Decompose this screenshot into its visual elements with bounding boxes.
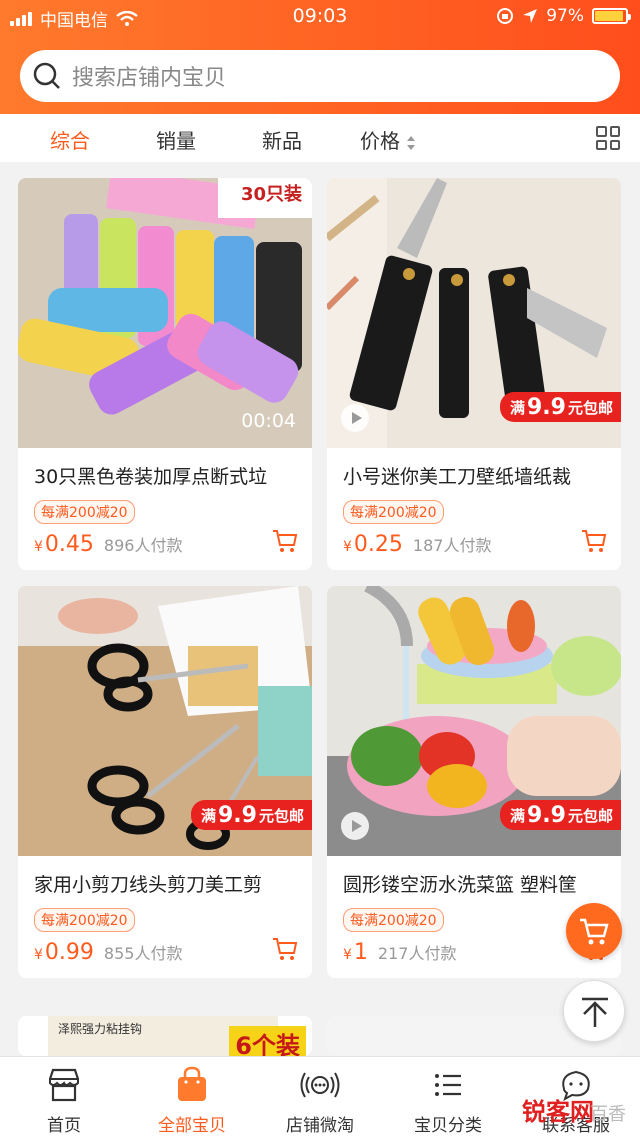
- promo-tag: 每满200减20: [34, 908, 135, 932]
- promo-tag: 每满200减20: [343, 908, 444, 932]
- arrow-up-icon: [582, 997, 608, 1027]
- currency-symbol: ¥: [343, 947, 352, 963]
- paid-count: 855人付款: [103, 944, 183, 963]
- tab-store-feed-label: 店铺微淘: [286, 1116, 354, 1136]
- list-icon: [435, 1074, 461, 1096]
- product-image: 30只装 00:04: [18, 178, 312, 448]
- price-row: ¥ 0.25 187人付款: [343, 532, 491, 557]
- cart-icon: [580, 918, 609, 945]
- promo-tag: 每满200减20: [34, 500, 135, 524]
- cart-icon[interactable]: [272, 936, 298, 962]
- status-bar: 中国电信 09:03 97%: [0, 0, 640, 34]
- badge-prefix: 满: [509, 806, 525, 825]
- badge-price: 9.9: [527, 802, 566, 828]
- price-value: 0.99: [44, 940, 94, 965]
- price-value: 1: [353, 940, 368, 965]
- search-placeholder: 搜索店铺内宝贝: [72, 66, 227, 91]
- sort-arrows-icon: [407, 135, 416, 150]
- peek-brand: 泽熙强力粘挂钩: [58, 1022, 143, 1036]
- play-icon[interactable]: [341, 404, 369, 432]
- paid-count: 217人付款: [377, 944, 457, 963]
- tab-categories[interactable]: 宝贝分类: [384, 1057, 512, 1138]
- currency-symbol: ¥: [343, 539, 352, 555]
- tab-all-items[interactable]: 全部宝贝: [128, 1057, 256, 1138]
- watermark-text: 锐客网: [522, 1098, 594, 1126]
- badge-prefix: 满: [509, 398, 525, 417]
- back-to-top-button[interactable]: [563, 980, 625, 1042]
- cart-icon[interactable]: [581, 528, 607, 554]
- promo-tag: 每满200减20: [343, 500, 444, 524]
- price-value: 0.45: [44, 532, 94, 557]
- tab-home[interactable]: 首页: [0, 1057, 128, 1138]
- play-icon[interactable]: [341, 812, 369, 840]
- battery-percent: 97%: [546, 6, 584, 26]
- badge-suffix: 元包邮: [567, 398, 613, 417]
- image-label: 30只装: [240, 184, 302, 205]
- product-card[interactable]: 满 9.9 元包邮 小号迷你美工刀壁纸墙纸裁 每满200减20 ¥ 0.25 1…: [327, 178, 621, 570]
- free-shipping-badge: 满 9.9 元包邮: [499, 800, 621, 830]
- currency-symbol: ¥: [34, 947, 43, 963]
- peek-label: 6个装: [229, 1026, 306, 1056]
- sort-default[interactable]: 综合: [50, 125, 90, 154]
- sort-price-label: 价格: [360, 129, 400, 153]
- badge-suffix: 元包邮: [567, 806, 613, 825]
- sort-new[interactable]: 新品: [262, 125, 302, 154]
- header: 中国电信 09:03 97% 搜索店铺内宝贝: [0, 0, 640, 114]
- product-image: 满 9.9 元包邮: [18, 586, 312, 856]
- tab-categories-label: 宝贝分类: [414, 1116, 482, 1136]
- search-icon: [33, 62, 60, 89]
- paid-count: 187人付款: [412, 536, 492, 555]
- product-title: 小号迷你美工刀壁纸墙纸裁: [343, 466, 572, 488]
- store-icon: [48, 1068, 80, 1102]
- sort-bar: 综合 销量 新品 价格: [0, 114, 640, 162]
- grid-view-icon[interactable]: [596, 126, 620, 150]
- product-image: 满 9.9 元包邮: [327, 178, 621, 448]
- badge-price: 9.9: [527, 394, 566, 420]
- badge-suffix: 元包邮: [258, 806, 304, 825]
- free-shipping-badge: 满 9.9 元包邮: [499, 392, 621, 422]
- price-value: 0.25: [353, 532, 403, 557]
- badge-price: 9.9: [218, 802, 257, 828]
- watermark-sub: 百香: [590, 1104, 626, 1125]
- search-bar[interactable]: 搜索店铺内宝贝: [20, 50, 620, 102]
- rotation-lock-icon: [497, 8, 514, 24]
- free-shipping-badge: 满 9.9 元包邮: [190, 800, 312, 830]
- product-title: 家用小剪刀线头剪刀美工剪: [34, 874, 263, 896]
- price-row: ¥ 0.45 896人付款: [34, 532, 182, 557]
- product-card[interactable]: 满 9.9 元包邮 家用小剪刀线头剪刀美工剪 每满200减20 ¥ 0.99 8…: [18, 586, 312, 978]
- product-card-peek[interactable]: 泽熙强力粘挂钩 6个装: [18, 1016, 312, 1056]
- sort-price[interactable]: 价格: [360, 125, 416, 154]
- product-title: 圆形镂空沥水洗菜篮 塑料筐: [343, 874, 578, 896]
- price-row: ¥ 0.99 855人付款: [34, 940, 182, 965]
- battery-icon: [592, 8, 631, 24]
- product-image: 满 9.9 元包邮: [327, 586, 621, 856]
- tab-all-items-label: 全部宝贝: [158, 1116, 226, 1136]
- tab-store-feed[interactable]: 店铺微淘: [256, 1057, 384, 1138]
- tab-home-label: 首页: [47, 1116, 81, 1136]
- price-row: ¥ 1 217人付款: [343, 940, 456, 965]
- badge-prefix: 满: [200, 806, 216, 825]
- video-duration: 00:04: [241, 410, 296, 432]
- product-card[interactable]: 30只装 00:04 30只黑色卷装加厚点断式垃 每满200减20 ¥ 0.45…: [18, 178, 312, 570]
- broadcast-icon: [300, 1072, 340, 1098]
- shopping-bag-icon: [178, 1066, 206, 1101]
- sort-sales[interactable]: 销量: [156, 125, 196, 154]
- currency-symbol: ¥: [34, 539, 43, 555]
- floating-cart-button[interactable]: [566, 903, 622, 959]
- paid-count: 896人付款: [103, 536, 183, 555]
- location-arrow-icon: [523, 9, 538, 23]
- cart-icon[interactable]: [272, 528, 298, 554]
- product-title: 30只黑色卷装加厚点断式垃: [34, 466, 268, 488]
